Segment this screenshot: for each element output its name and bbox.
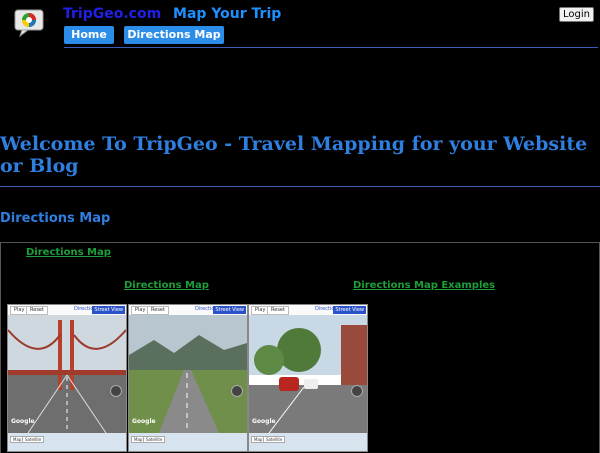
directions-map-link[interactable]: Directions Map (124, 280, 209, 291)
nav-directions-map-button[interactable]: Directions Map (124, 26, 224, 44)
street-view-image (8, 315, 126, 433)
street-view-image (129, 315, 247, 433)
brand-title: TripGeo.com Map Your Trip (63, 6, 281, 22)
reset-button[interactable]: Reset (267, 306, 289, 315)
street-view-control-icon[interactable] (110, 385, 122, 397)
reset-button[interactable]: Reset (147, 306, 169, 315)
street-view-tab[interactable]: Street View (92, 306, 125, 314)
mini-map: Map Satellite (8, 433, 126, 451)
directions-map-examples-link[interactable]: Directions Map Examples (353, 280, 495, 291)
satellite-type-button[interactable]: Satellite (143, 436, 166, 443)
example-thumbnail-street[interactable]: Play Reset Directions Street View Google… (248, 304, 368, 452)
page-title: Welcome To TripGeo - Travel Mapping for … (0, 133, 588, 177)
nav-home-button[interactable]: Home (64, 26, 114, 44)
tripgeo-logo-icon (14, 9, 44, 37)
satellite-type-button[interactable]: Satellite (22, 436, 45, 443)
mini-map: Map Satellite (129, 433, 247, 451)
street-view-tab[interactable]: Street View (213, 306, 246, 314)
login-button[interactable]: Login (559, 7, 594, 22)
title-divider (0, 186, 600, 187)
site-name-link[interactable]: TripGeo.com (63, 6, 161, 22)
reset-button[interactable]: Reset (26, 306, 48, 315)
google-logo: Google (252, 418, 276, 425)
street-view-control-icon[interactable] (351, 385, 363, 397)
example-thumbnail-road[interactable]: Play Reset Directions Street View Google… (128, 304, 248, 452)
satellite-type-button[interactable]: Satellite (263, 436, 286, 443)
directions-map-top-link[interactable]: Directions Map (26, 247, 111, 258)
section-heading: Directions Map (0, 211, 111, 226)
street-view-control-icon[interactable] (231, 385, 243, 397)
example-thumbnail-bridge[interactable]: Play Reset Directions Street View Google… (7, 304, 127, 452)
header-divider (64, 47, 598, 48)
street-view-image (249, 315, 367, 433)
site-tagline: Map Your Trip (173, 6, 282, 22)
mini-map: Map Satellite (249, 433, 367, 451)
google-logo: Google (132, 418, 156, 425)
google-logo: Google (11, 418, 35, 425)
street-view-tab[interactable]: Street View (333, 306, 366, 314)
